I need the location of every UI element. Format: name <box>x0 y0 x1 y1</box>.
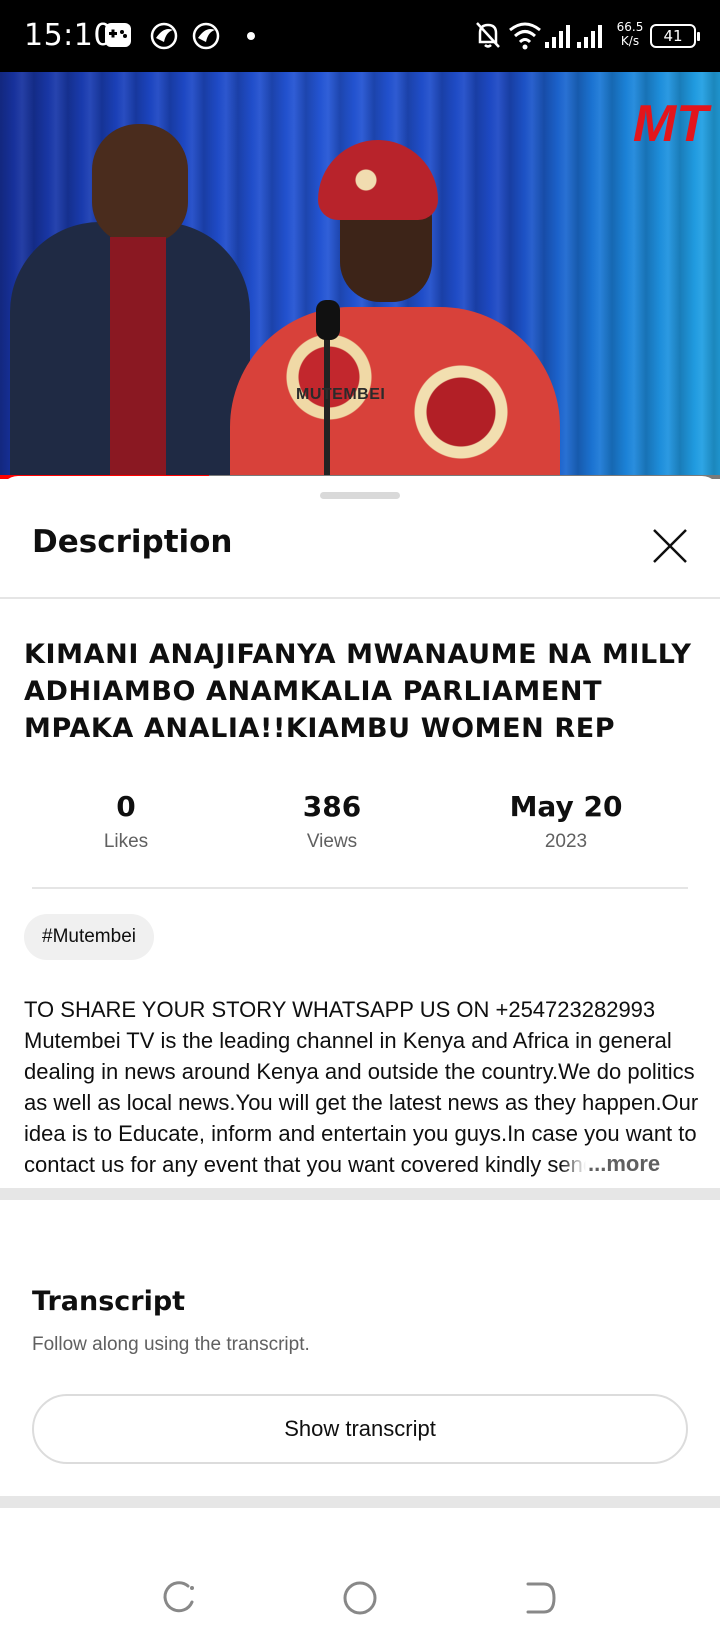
sheet-title: Description <box>32 524 233 560</box>
video-watermark: MUTEMBEI <box>296 386 386 403</box>
transcript-subtitle: Follow along using the transcript. <box>32 1334 310 1355</box>
drag-handle[interactable] <box>320 492 400 499</box>
status-time: 15:10 <box>24 18 113 53</box>
video-figure-left-shirt <box>110 237 166 477</box>
recents-icon[interactable] <box>158 1576 202 1620</box>
more-button[interactable]: ...more <box>560 1148 690 1179</box>
section-separator <box>0 1496 720 1508</box>
video-title: KIMANI ANAJIFANYA MWANAUME NA MILLY ADHI… <box>24 639 692 744</box>
channel-logo: MT <box>632 95 708 153</box>
video-figure-left-head <box>92 124 188 244</box>
home-icon[interactable] <box>338 1576 382 1620</box>
gamepad-icon <box>105 23 131 47</box>
battery-icon: 41 <box>650 24 700 48</box>
header-divider <box>0 597 720 599</box>
wifi-icon <box>509 22 541 50</box>
views-label: Views <box>306 831 358 852</box>
video-figure-center <box>230 307 560 477</box>
likes-count: 0 <box>116 790 136 823</box>
likes-label: Likes <box>103 831 149 852</box>
notifications-off-icon <box>476 22 500 48</box>
stat-views: 386 Views <box>232 790 432 853</box>
hashtag-chip[interactable]: #Mutembei <box>24 914 154 960</box>
close-icon[interactable] <box>650 526 690 566</box>
video-player[interactable]: MUTEMBEI MT <box>0 72 720 477</box>
network-speed: 66.5 K/s <box>610 20 650 48</box>
network-speed-unit: K/s <box>620 34 640 48</box>
back-icon[interactable] <box>518 1576 562 1620</box>
description-sheet: Description KIMANI ANAJIFANYA MWANAUME N… <box>0 476 720 1640</box>
views-count: 386 <box>302 790 362 823</box>
transcript-heading: Transcript <box>32 1286 186 1317</box>
signal-icon <box>545 25 570 48</box>
app-bird-icon <box>150 22 178 50</box>
upload-year: 2023 <box>544 831 588 852</box>
network-speed-value: 66.5 <box>616 20 644 34</box>
navigation-bar <box>0 1560 720 1640</box>
signal-icon <box>577 25 602 48</box>
stats-divider <box>32 887 688 889</box>
stat-likes: 0 Likes <box>26 790 226 853</box>
microphone <box>316 300 340 340</box>
dot-icon <box>247 32 255 40</box>
stat-date: May 20 2023 <box>466 790 666 853</box>
upload-date: May 20 <box>509 790 623 823</box>
status-bar: 15:10 66.5 K/s 41 <box>0 0 720 72</box>
video-stats: 0 Likes 386 Views May 20 2023 <box>0 790 720 860</box>
show-transcript-button[interactable]: Show transcript <box>32 1394 688 1464</box>
section-separator <box>0 1188 720 1200</box>
app-bird-icon <box>192 22 220 50</box>
